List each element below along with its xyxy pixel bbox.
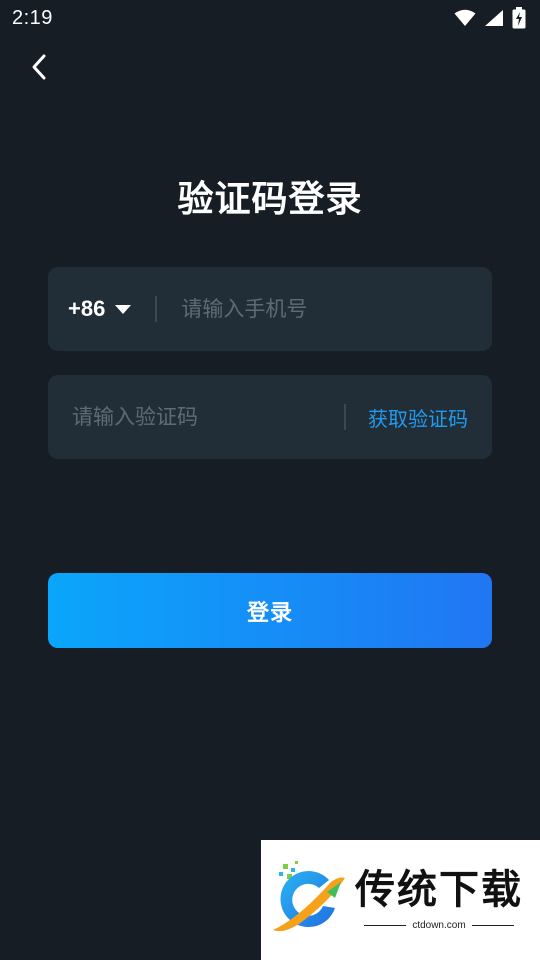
- battery-charging-icon: [512, 7, 526, 29]
- logo-mark-icon: [273, 861, 345, 932]
- divider: [344, 404, 346, 430]
- login-button[interactable]: 登录: [48, 573, 492, 648]
- status-bar: 2:19: [0, 0, 540, 36]
- status-time: 2:19: [12, 6, 53, 29]
- get-code-button[interactable]: 获取验证码: [368, 403, 468, 432]
- login-screen: 2:19 验证码登录 +86 请输入手机号 请输入验证码 获取验证码 登录 传统…: [0, 0, 540, 960]
- phone-input[interactable]: [181, 267, 492, 351]
- signal-icon: [484, 9, 504, 27]
- page-title: 验证码登录: [177, 179, 363, 220]
- divider: [155, 296, 158, 322]
- watermark-text: 传统下载 ctdown.com: [355, 870, 523, 931]
- phone-field: +86: [48, 267, 492, 351]
- status-icons: [454, 7, 526, 29]
- watermark-url: ctdown.com: [412, 919, 466, 931]
- back-button[interactable]: [22, 52, 56, 86]
- watermark-logo: 传统下载 ctdown.com: [261, 840, 540, 960]
- code-input[interactable]: [72, 375, 334, 459]
- verification-code-field: 获取验证码: [48, 375, 492, 459]
- country-code-label: +86: [68, 296, 106, 321]
- wifi-icon: [454, 9, 476, 27]
- divider: [364, 924, 407, 926]
- caret-down-icon: [115, 304, 132, 314]
- divider: [471, 924, 514, 926]
- watermark-url-row: ctdown.com: [364, 919, 514, 931]
- country-code-selector[interactable]: +86: [68, 296, 132, 322]
- watermark-name: 传统下载: [355, 866, 523, 913]
- chevron-left-icon: [29, 53, 49, 85]
